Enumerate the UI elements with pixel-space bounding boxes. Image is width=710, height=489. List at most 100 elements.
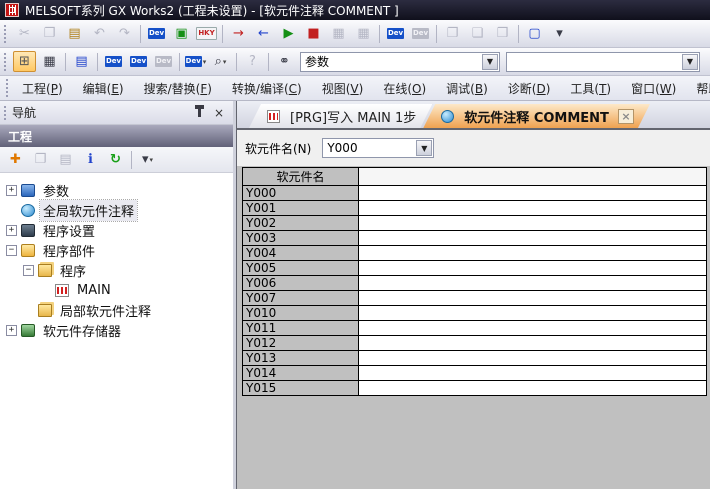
menu-window[interactable]: 窗口(W) xyxy=(621,77,686,100)
comment-cell[interactable] xyxy=(359,291,707,306)
comment-cell[interactable] xyxy=(359,246,707,261)
device-display-icon[interactable]: Dev xyxy=(145,23,168,44)
tree-item-parameter[interactable]: +参数 xyxy=(0,180,233,200)
simulation-icon[interactable]: ▣ xyxy=(170,23,193,44)
menu-help[interactable]: 帮助(H) xyxy=(686,77,710,100)
comment-cell[interactable] xyxy=(359,186,707,201)
menu-find-replace[interactable]: 搜索/替换(F) xyxy=(134,77,222,100)
comment-cell[interactable] xyxy=(359,351,707,366)
device-name-label: 软元件名(N) xyxy=(245,140,311,157)
chevron-down-icon[interactable]: ▼ xyxy=(482,54,498,70)
toolbar-separator xyxy=(436,25,437,43)
expand-icon[interactable]: + xyxy=(6,225,17,236)
comment-cell[interactable] xyxy=(359,216,707,231)
tab-prg-write-main-label: [PRG]写入 MAIN 1步 xyxy=(290,107,416,126)
new-data-icon[interactable]: ✚ xyxy=(4,149,27,170)
device-memory-icon xyxy=(21,324,35,337)
tab-device-comment[interactable]: 软元件注释 COMMENT× xyxy=(423,104,650,128)
menu-edit[interactable]: 编辑(E) xyxy=(73,77,134,100)
sort-filter-icon[interactable]: ▾▾ xyxy=(136,149,159,170)
menubar-grip[interactable] xyxy=(6,79,8,97)
chevron-down-icon[interactable]: ▼ xyxy=(416,140,432,156)
module-configuration-icon[interactable]: ▦ xyxy=(38,51,61,72)
tile-window-icon: ❐ xyxy=(441,23,464,44)
pin-icon[interactable] xyxy=(191,105,207,121)
device-monitor-icon[interactable]: Dev xyxy=(384,23,407,44)
toolbar-separator xyxy=(65,53,66,71)
collapse-icon[interactable]: − xyxy=(23,265,34,276)
toolbar-grip[interactable] xyxy=(4,53,8,71)
tree-item-local-device-comment[interactable]: 局部软元件注释 xyxy=(0,300,233,320)
collapse-icon[interactable]: − xyxy=(6,245,17,256)
comment-cell[interactable] xyxy=(359,261,707,276)
secondary-combo[interactable]: ▼ xyxy=(506,52,700,72)
comment-table-area: 软元件名 Y000Y001Y002Y003Y004Y005Y006Y007Y01… xyxy=(237,166,710,489)
device-name-cell: Y000 xyxy=(243,186,359,201)
menu-compile[interactable]: 转换/编译(C) xyxy=(222,77,312,100)
tree-item-program[interactable]: −程序 xyxy=(0,260,233,280)
menu-view[interactable]: 视图(V) xyxy=(312,77,374,100)
close-icon[interactable]: × xyxy=(211,105,227,121)
cross-reference-icon[interactable]: ⚭ xyxy=(273,51,296,72)
device-search-icon[interactable]: ⌕▾ xyxy=(209,51,232,72)
write-to-plc-icon[interactable]: → xyxy=(227,23,250,44)
tree-item-global-device-comment[interactable]: 全局软元件注释 xyxy=(0,200,233,220)
comment-list-icon[interactable]: ▤ xyxy=(70,51,93,72)
read-from-plc-icon[interactable]: ← xyxy=(252,23,275,44)
toolbar-options-icon[interactable]: ▾ xyxy=(548,23,571,44)
comment-cell[interactable] xyxy=(359,366,707,381)
toolbar-separator xyxy=(268,53,269,71)
comment-cell[interactable] xyxy=(359,321,707,336)
toolbar-grip[interactable] xyxy=(4,25,8,43)
tab-prg-write-main[interactable]: [PRG]写入 MAIN 1步 xyxy=(249,104,432,128)
toolbar-separator xyxy=(236,53,237,71)
expand-icon[interactable]: + xyxy=(6,185,17,196)
comment-table-row: Y013 xyxy=(243,351,707,366)
navigation-window-icon[interactable]: ⊞ xyxy=(13,51,36,72)
comment-cell[interactable] xyxy=(359,231,707,246)
monitor-start-icon[interactable]: ▶ xyxy=(277,23,300,44)
close-tab-icon[interactable]: × xyxy=(618,109,634,124)
comment-cell[interactable] xyxy=(359,306,707,321)
navigation-header: 导航 × xyxy=(0,101,233,125)
comment-cell[interactable] xyxy=(359,276,707,291)
menu-diagnostics[interactable]: 诊断(D) xyxy=(498,77,561,100)
paste-icon[interactable]: ▤ xyxy=(63,23,86,44)
device-name-row: 软元件名(N) Y000 ▼ xyxy=(237,130,710,166)
comment-table-row: Y012 xyxy=(243,336,707,351)
key-operation-icon[interactable]: HKY xyxy=(195,23,218,44)
comment-cell[interactable] xyxy=(359,336,707,351)
tree-item-device-memory[interactable]: +软元件存储器 xyxy=(0,320,233,340)
toolbar-separator xyxy=(131,151,132,169)
menu-project[interactable]: 工程(P) xyxy=(12,77,73,100)
comment-table-row: Y006 xyxy=(243,276,707,291)
device-find-icon[interactable]: Dev xyxy=(102,51,125,72)
data-property-icon[interactable]: ℹ xyxy=(79,149,102,170)
monitor-write-mode-icon: ▦ xyxy=(327,23,350,44)
device-batch-monitor-icon: Dev xyxy=(409,23,432,44)
navigation-title: 导航 xyxy=(12,104,187,121)
chevron-down-icon[interactable]: ▼ xyxy=(682,54,698,70)
expand-icon[interactable]: + xyxy=(6,325,17,336)
comment-cell[interactable] xyxy=(359,201,707,216)
menu-online[interactable]: 在线(O) xyxy=(373,77,436,100)
device-column-header: 软元件名 xyxy=(243,168,359,186)
keyword-combo[interactable]: 参数▼ xyxy=(300,52,500,72)
refresh-view-icon[interactable]: ↻ xyxy=(104,149,127,170)
tree-item-main[interactable]: MAIN xyxy=(0,280,233,300)
tree-item-pou[interactable]: −程序部件 xyxy=(0,240,233,260)
device-name-cell: Y014 xyxy=(243,366,359,381)
toolbar-separator xyxy=(379,25,380,43)
menu-debug[interactable]: 调试(B) xyxy=(436,77,498,100)
panel-grip[interactable] xyxy=(4,106,8,120)
device-name-combo[interactable]: Y000 ▼ xyxy=(322,138,434,158)
device-display-format-icon[interactable]: Dev▾ xyxy=(184,51,207,72)
comment-cell[interactable] xyxy=(359,381,707,396)
comment-column-header xyxy=(359,168,707,186)
menu-tool[interactable]: 工具(T) xyxy=(560,77,621,100)
monitor-stop-icon[interactable]: ■ xyxy=(302,23,325,44)
display-setting-icon[interactable]: ▢ xyxy=(523,23,546,44)
device-comment-list-icon[interactable]: Dev xyxy=(127,51,150,72)
device-name-cell: Y007 xyxy=(243,291,359,306)
tree-item-program-setting[interactable]: +程序设置 xyxy=(0,220,233,240)
